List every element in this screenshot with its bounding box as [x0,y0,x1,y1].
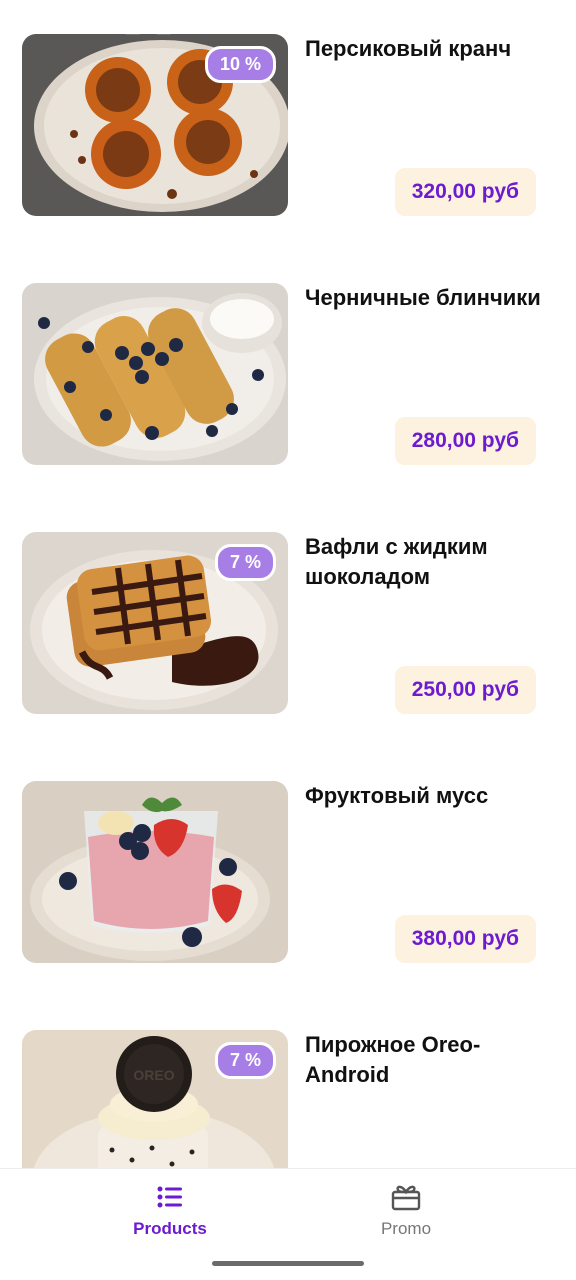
product-title: Черничные блинчики [305,285,541,310]
status-bar: 15:52 ➤ ▣ ◧ ʍ • [0,0,576,52]
calendar-icon: ▣ [124,15,142,36]
product-image [22,781,288,963]
nav-products[interactable]: Products [110,1181,230,1239]
product-image: OREO 7 % [22,1030,288,1168]
product-list[interactable]: 10 % Персиковый кранч 320,00 руб Черничн… [0,0,576,1168]
product-card[interactable]: Фруктовый мусс 380,00 руб [22,781,554,963]
nav-products-label: Products [133,1219,207,1238]
nav-promo[interactable]: Promo [346,1181,466,1239]
home-indicator[interactable] [212,1261,364,1266]
dot-icon: • [214,15,221,36]
product-card[interactable]: 7 % Вафли с жидким шоколадом 250,00 руб [22,532,554,714]
product-card[interactable]: Черничные блинчики 280,00 руб [22,283,554,465]
telegram-icon: ➤ [95,15,111,36]
discount-badge: 7 % [214,1042,276,1079]
product-image: 7 % [22,532,288,714]
price-button[interactable]: 280,00 руб [394,417,536,465]
product-title: Вафли с жидким шоколадом [305,534,488,589]
price-button[interactable]: 380,00 руб [394,915,536,963]
bottom-navigation: Products Promo [0,1168,576,1280]
gift-icon [346,1181,466,1213]
product-card[interactable]: 10 % Персиковый кранч 320,00 руб [22,34,554,216]
notification-icon: ◧ [155,15,173,36]
screen: 10 % Персиковый кранч 320,00 руб Черничн… [0,0,576,1280]
w-app-icon: ʍ [186,15,201,36]
product-card[interactable]: OREO 7 % Пирожное Oreo-Android [22,1030,554,1168]
product-image [22,283,288,465]
status-time: 15:52 [30,14,82,37]
product-image: 10 % [22,34,288,216]
svg-text:OREO: OREO [133,1067,174,1083]
list-icon [110,1181,230,1213]
nav-promo-label: Promo [380,1219,432,1238]
discount-badge: 7 % [214,544,276,581]
price-button[interactable]: 320,00 руб [394,168,536,216]
price-button[interactable]: 250,00 руб [394,666,536,714]
product-title: Фруктовый мусс [305,783,489,808]
product-title: Пирожное Oreo-Android [305,1032,481,1087]
